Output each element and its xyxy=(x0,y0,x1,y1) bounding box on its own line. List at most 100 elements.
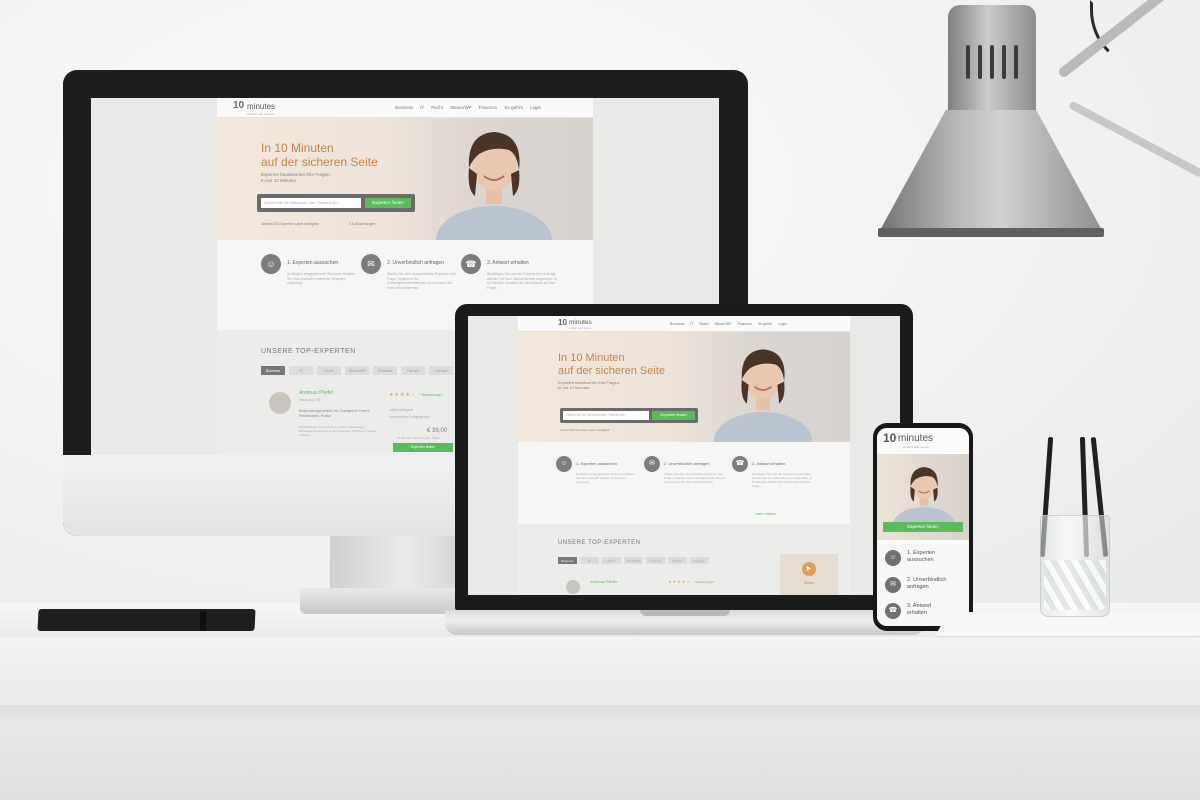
nav-it[interactable]: IT xyxy=(690,322,693,326)
more-link[interactable]: mehr erfahren xyxy=(756,512,776,516)
chat-bubble-icon: ✉ xyxy=(885,577,901,593)
nav-steuer[interactable]: Steuer/WP xyxy=(714,322,731,326)
hero-title: In 10 Minuten auf der sicheren Seite xyxy=(261,141,378,170)
video-card[interactable]: ▶ Video xyxy=(780,554,838,595)
expert-price: € 39,00 xyxy=(427,428,448,434)
expert-name[interactable]: Andreas Pfeifer xyxy=(299,390,333,396)
hero-subtitle: Experten beantworten Ihre Fragen. In nur… xyxy=(261,172,331,184)
nav-business[interactable]: Business xyxy=(395,105,413,110)
play-icon[interactable]: ▶ xyxy=(802,562,816,576)
tab-finanzen[interactable]: Finanzen xyxy=(373,366,397,375)
lamp-head xyxy=(948,5,1036,115)
phone-call-icon: ☎ xyxy=(461,254,481,274)
step3-text: Bestätigen Sie und der Experte Ihre Anfr… xyxy=(487,272,557,291)
chat-bubble-icon: ✉ xyxy=(361,254,381,274)
nav-login[interactable]: Login xyxy=(778,322,787,326)
available-note: Aktuell 233 Experten sofort verfügbar xyxy=(261,222,319,226)
step3-title: 3. Antwort erhalten xyxy=(752,461,786,466)
logo-word[interactable]: minutes xyxy=(898,433,933,444)
hero-section: In 10 Minuten auf der sicheren Seite Exp… xyxy=(518,332,850,442)
phone-call-icon: ☎ xyxy=(885,603,901,619)
search-input[interactable]: Geben Sie Ihr Stichwort oder Themen ein xyxy=(563,411,649,420)
site-header: 10 minutes einfach. klar. besser. Busine… xyxy=(217,98,593,118)
phone-step2: 2. Unverbindlich anfragen xyxy=(907,577,946,590)
logo-number[interactable]: 10 xyxy=(233,100,244,111)
person-search-icon: ☺ xyxy=(556,456,572,472)
hero-woman-image xyxy=(892,467,956,528)
logo-number[interactable]: 10 xyxy=(883,431,896,445)
tab-it[interactable]: IT xyxy=(289,366,313,375)
tab-themen-2[interactable]: Themen xyxy=(429,366,453,375)
search-input[interactable]: Geben Sie Ihr Stichwort oder Themen ein xyxy=(261,198,361,208)
tab-steuer[interactable]: Steuer/WP xyxy=(345,366,369,375)
expert-name[interactable]: Andreas Pfeifer xyxy=(590,579,618,584)
expert-tags: Social Media | Außenwerbung | Event-Mark… xyxy=(299,425,377,437)
hero-title-line1: In 10 Minuten xyxy=(261,141,334,155)
search-bar: Geben Sie Ihr Stichwort oder Themen ein … xyxy=(560,408,698,423)
lamp-rim xyxy=(878,228,1104,237)
expert-price-note: 10 Minuten-Beratung inkl. MwSt xyxy=(397,436,440,440)
hero-sub-line2: In nur 10 Minuten. xyxy=(261,178,298,184)
glass-cup-pattern xyxy=(1044,560,1106,610)
phone-step2-line2: anfragen xyxy=(907,583,929,590)
site-header: 10 minutes einfach. klar. besser. Busine… xyxy=(518,316,850,332)
nav-so-gehts[interactable]: So geht's xyxy=(504,105,523,110)
main-menu: Business IT Recht Steuer/WP Finanzen So … xyxy=(395,105,541,110)
expert-request-button[interactable]: Experten finden xyxy=(393,443,453,452)
expert-location: Hamburg, DE xyxy=(299,398,321,402)
nav-finanzen[interactable]: Finanzen xyxy=(479,105,498,110)
nav-steuer[interactable]: Steuer/WP xyxy=(450,105,472,110)
tab-steuer[interactable]: Steuer/WP xyxy=(624,557,643,564)
page-margin-left xyxy=(468,316,518,595)
step2-text: Stellen Sie dem ausgewählten Experten Ih… xyxy=(664,472,726,485)
video-label: Video xyxy=(803,580,815,585)
tab-finanzen[interactable]: Finanzen xyxy=(646,557,665,564)
hero-title: In 10 Minuten auf der sicheren Seite xyxy=(558,352,665,377)
expert-rating-stars: ★★★★☆ xyxy=(389,392,417,398)
expert-avatar[interactable] xyxy=(269,392,291,414)
logo-word[interactable]: minutes xyxy=(569,319,592,326)
step2-text: Stellen Sie dem ausgewählten Experten Ih… xyxy=(387,272,457,291)
expert-available: sofort verfügbar xyxy=(389,408,414,412)
experts-tabs: Business IT Recht Steuer/WP Finanzen The… xyxy=(558,557,709,564)
nav-finanzen[interactable]: Finanzen xyxy=(737,322,751,326)
tab-recht[interactable]: Recht xyxy=(317,366,341,375)
tab-it[interactable]: IT xyxy=(580,557,599,564)
hero-title-line2: auf der sicheren Seite xyxy=(558,364,666,377)
phone-search-button[interactable]: Experten finden xyxy=(883,522,963,532)
expert-avatar[interactable] xyxy=(566,580,580,594)
hero-woman-image xyxy=(713,349,813,442)
expert-rating-stars: ★★★★☆ xyxy=(668,579,691,584)
phone-step1-line2: aussuchen xyxy=(907,556,934,563)
tab-business[interactable]: Business xyxy=(558,557,577,564)
nav-it[interactable]: IT xyxy=(420,105,424,110)
step3-text: Bestätigen Sie und der Experte Ihre Anfr… xyxy=(752,472,812,489)
logo-tagline: einfach. klar. besser. xyxy=(903,445,931,449)
phone-step2-line1: 2. Unverbindlich xyxy=(907,577,947,583)
expert-description: Branchenspezialist für Gastgeber Hotel, … xyxy=(299,408,370,419)
logo-tagline: einfach. klar. besser. xyxy=(247,112,275,116)
laptop-opening-notch xyxy=(640,610,730,616)
expert-reviews[interactable]: 7 Bewertungen xyxy=(694,580,714,584)
expert-reviews[interactable]: 7 Bewertungen xyxy=(419,393,443,397)
steps-section: ☺ 1. Experten aussuchen Zu Beginn eingeg… xyxy=(518,442,850,524)
hero-woman-image xyxy=(436,132,552,240)
tab-recht[interactable]: Recht xyxy=(602,557,621,564)
logo-number[interactable]: 10 xyxy=(558,318,567,327)
phone-website: 10 minutes einfach. klar. besser. Expert… xyxy=(877,428,969,626)
nav-recht[interactable]: Recht xyxy=(699,322,708,326)
nav-login[interactable]: Login xyxy=(530,105,541,110)
search-button[interactable]: Experten finden xyxy=(365,198,411,208)
tab-business[interactable]: Business xyxy=(261,366,285,375)
tab-themen[interactable]: Themen xyxy=(668,557,687,564)
nav-recht[interactable]: Recht xyxy=(431,105,443,110)
nav-so-gehts[interactable]: So geht's xyxy=(758,322,772,326)
logo-word[interactable]: minutes xyxy=(247,102,275,111)
available-note: Aktuell 233 Experten sofort verfügbar xyxy=(560,428,610,432)
notebook xyxy=(37,609,256,631)
tab-themen[interactable]: Themen xyxy=(401,366,425,375)
tab-themen-2[interactable]: Themen xyxy=(690,557,709,564)
rating-note: 3,9 Bewertungen xyxy=(349,222,376,226)
search-button[interactable]: Experten finden xyxy=(652,411,695,420)
nav-business[interactable]: Business xyxy=(670,322,684,326)
